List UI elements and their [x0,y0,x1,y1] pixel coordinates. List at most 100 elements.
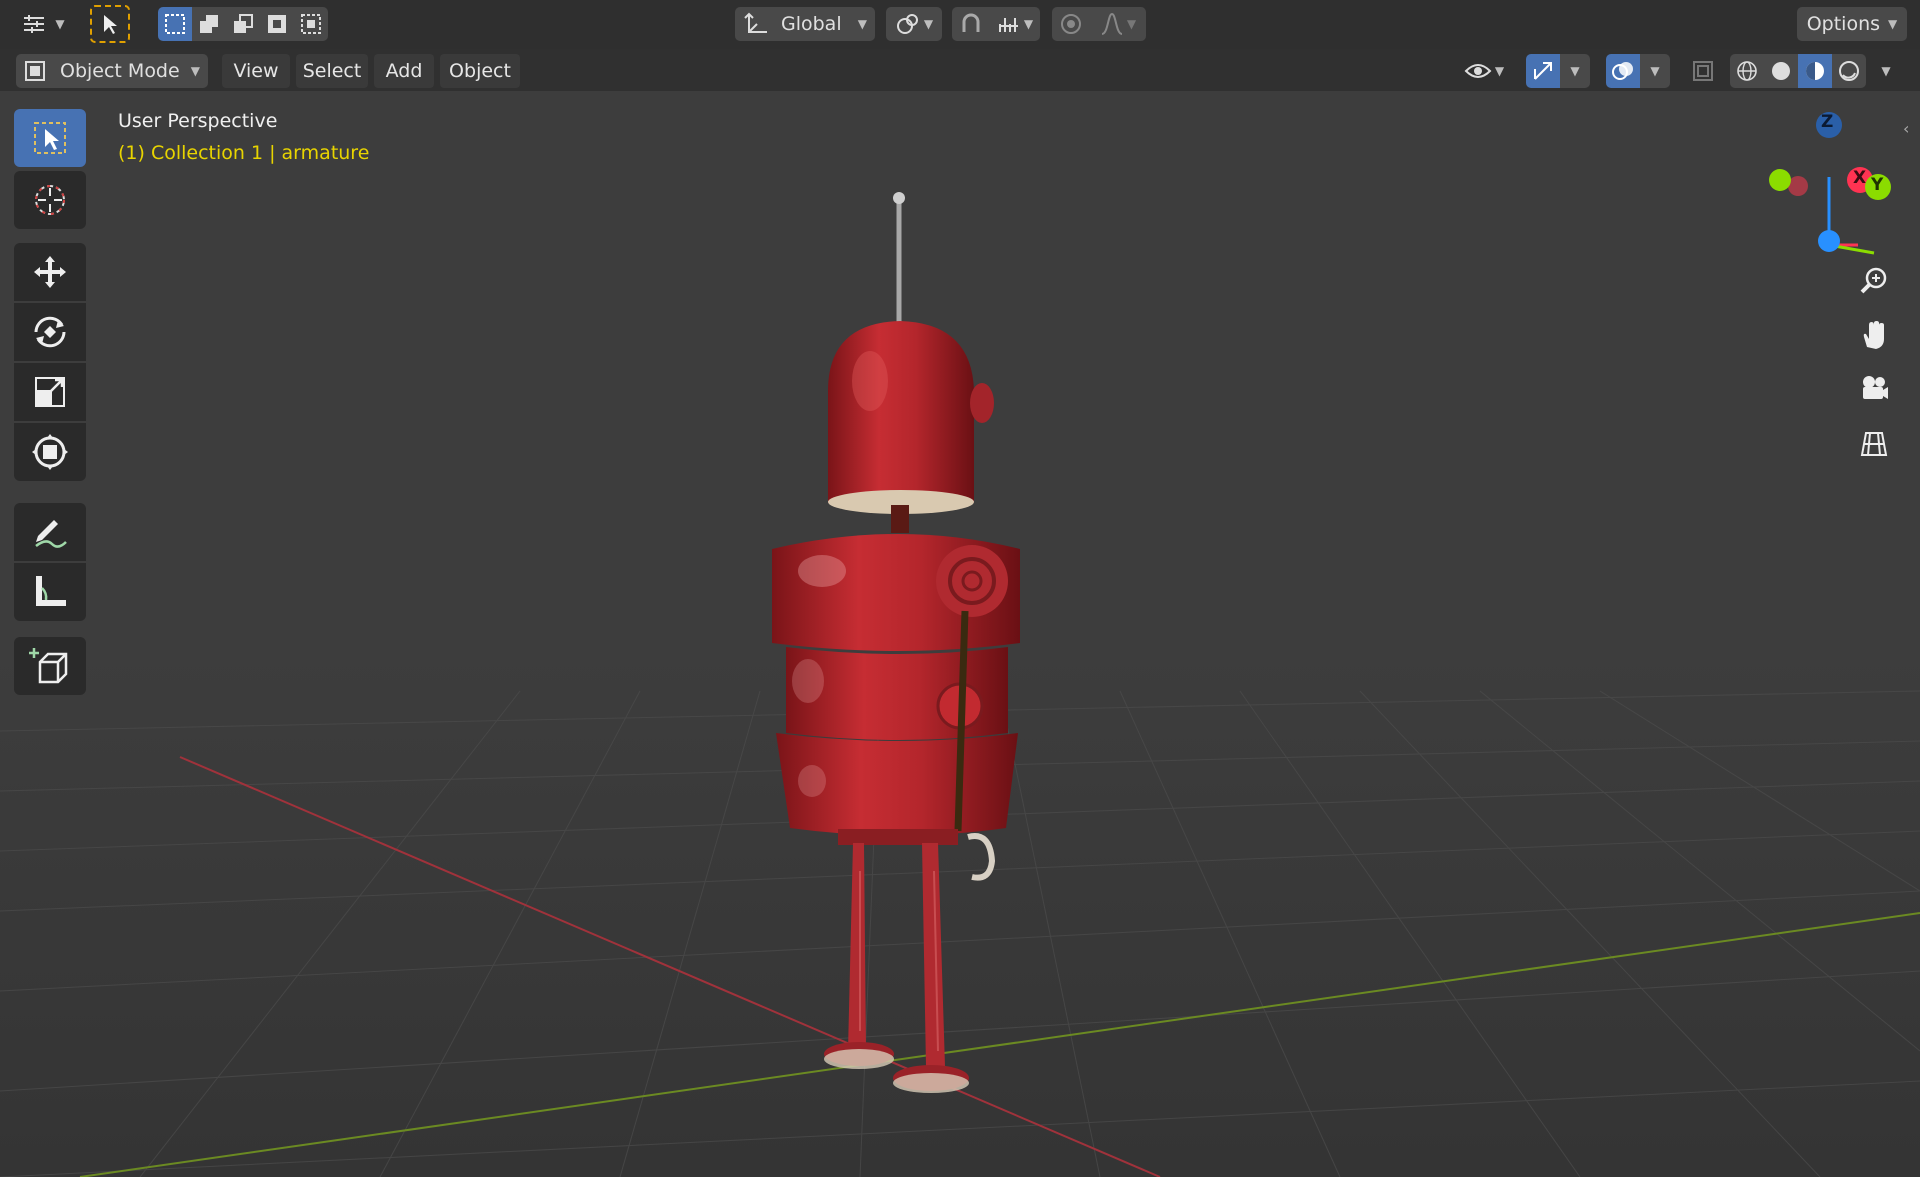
view-name-label: User Perspective [118,110,278,132]
gizmo-icon [1534,62,1552,80]
chevron-down-icon: ▼ [1023,17,1034,31]
shading-dropdown[interactable]: ▼ [1872,54,1900,88]
scene-canvas [0,91,1920,1177]
menu-object[interactable]: Object [440,54,520,88]
snap-increment-icon [998,18,1018,32]
pan-button[interactable] [1850,311,1898,359]
falloff-dropdown[interactable]: ▼ [1090,7,1146,41]
gizmo-toggle-button[interactable] [1526,54,1560,88]
select-invert-icon [268,15,286,33]
zoom-button[interactable] [1850,257,1898,305]
grid-icon [1860,432,1888,456]
select-extend-button[interactable] [192,7,226,41]
annotate-icon [35,520,67,548]
menu-select[interactable]: Select [296,54,368,88]
tool-rotate[interactable] [14,303,86,361]
editor-type-button[interactable]: ▼ [18,7,68,41]
add-cube-icon [29,648,68,684]
select-intersect-button[interactable] [294,7,328,41]
overlays-icon [1612,62,1633,80]
editor-type-icon [24,15,45,33]
chevron-down-icon: ▼ [55,17,65,31]
3d-viewport[interactable]: Z X Y User Perspective (1) Collection 1 … [0,91,1920,1177]
select-subtract-button[interactable] [226,7,260,41]
tool-move[interactable] [14,243,86,301]
transform-orientation-dropdown[interactable]: Global ▼ [735,7,875,41]
proportional-edit-button[interactable] [1052,7,1090,41]
camera-view-button[interactable] [1850,365,1898,413]
visibility-dropdown[interactable]: ▼ [1456,54,1512,88]
chevron-down-icon: ▼ [857,17,867,31]
chevron-down-icon: ▼ [190,64,200,78]
scale-icon [35,377,65,407]
mode-label: Object Mode [60,60,180,82]
snap-toggle-button[interactable] [952,7,990,41]
eye-icon [1464,64,1492,78]
xray-icon [1693,61,1713,81]
transform-icon [32,434,68,470]
wireframe-sphere-icon [1737,61,1757,81]
selection-mode-group [158,7,328,41]
tool-scale[interactable] [14,363,86,421]
chevron-down-icon: ▼ [1494,64,1505,78]
rendered-shading-button[interactable] [1832,54,1866,88]
tool-annotate[interactable] [14,503,86,561]
snap-target-dropdown[interactable]: ▼ [990,7,1040,41]
tool-transform[interactable] [14,423,86,481]
cursor-arrow-icon [104,15,117,34]
chevron-down-icon: ▼ [1888,17,1898,31]
camera-icon [1863,376,1888,399]
menu-view[interactable]: View [222,54,290,88]
wireframe-shading-button[interactable] [1730,54,1764,88]
overlays-toggle-button[interactable] [1606,54,1640,88]
chevron-down-icon: ▼ [1881,64,1891,78]
select-subtract-icon [234,14,253,33]
shading-group [1730,54,1870,88]
zoom-icon [1860,267,1887,294]
tool-cursor[interactable] [14,171,86,229]
axis-z-label[interactable]: Z [1821,112,1833,132]
orientation-axis-icon [744,12,767,33]
select-invert-button[interactable] [260,7,294,41]
tool-measure[interactable] [14,563,86,621]
mode-dropdown[interactable]: Object Mode ▼ [16,54,208,88]
ortho-toggle-button[interactable] [1850,419,1898,467]
tool-add-cube[interactable] [14,637,86,695]
cursor-icon [35,185,65,215]
falloff-curve-icon [1101,12,1123,35]
pivot-point-dropdown[interactable]: ▼ [886,7,942,41]
menu-add[interactable]: Add [374,54,434,88]
chevron-down-icon: ▼ [1126,17,1137,31]
rendered-sphere-icon [1839,61,1859,81]
overlays-dropdown[interactable]: ▼ [1640,54,1670,88]
options-label: Options [1806,13,1881,35]
options-dropdown[interactable]: Options ▼ [1797,7,1907,41]
solid-sphere-icon [1772,62,1790,80]
pan-hand-icon [1863,321,1884,349]
select-intersect-icon [301,14,321,34]
gizmo-dropdown[interactable]: ▼ [1560,54,1590,88]
select-tool-button[interactable] [90,5,130,43]
magnet-icon [962,13,980,32]
chevron-down-icon: ▼ [923,17,934,31]
pivot-point-icon [896,14,918,34]
xray-toggle-button[interactable] [1686,54,1720,88]
collection-info-label: (1) Collection 1 | armature [118,142,370,164]
axis-x-label[interactable]: X [1853,168,1866,188]
select-new-button[interactable] [158,7,192,41]
proportional-edit-icon [1061,14,1081,34]
select-extend-icon [200,15,218,33]
tool-select-box[interactable] [14,109,86,167]
axis-y-label[interactable]: Y [1871,175,1883,195]
object-mode-icon [25,61,45,81]
sidebar-toggle-icon[interactable]: ‹ [1903,119,1909,138]
top-bar: ▼ Global ▼ ▼ ▼ ▼ Options ▼ [0,0,1920,49]
chevron-down-icon: ▼ [1650,64,1660,78]
move-icon [34,256,66,288]
material-sphere-icon [1806,62,1824,80]
chevron-down-icon: ▼ [1570,64,1580,78]
select-new-icon [165,14,185,34]
transform-orientation-label: Global [781,13,842,35]
material-preview-shading-button[interactable] [1798,54,1832,88]
solid-shading-button[interactable] [1764,54,1798,88]
